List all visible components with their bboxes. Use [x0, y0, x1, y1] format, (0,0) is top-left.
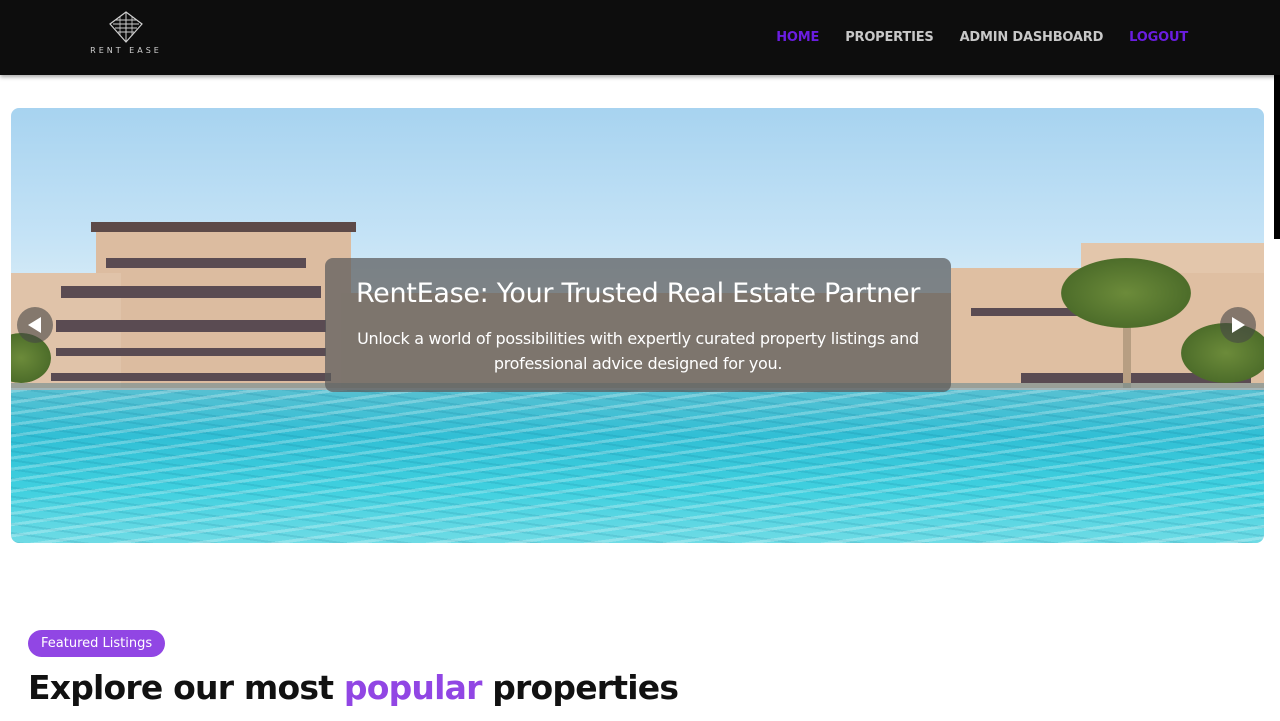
arrow-left-icon [28, 317, 41, 333]
featured-listings-badge: Featured Listings [28, 630, 166, 657]
hero-image-building-left [96, 228, 351, 388]
hero-image-water [11, 390, 1264, 543]
headline-text-start: Explore our most [28, 668, 344, 707]
section-headline: Explore our most popular properties [28, 668, 679, 707]
hero-image-window-row [56, 348, 326, 356]
nav-link-home[interactable]: HOME [776, 30, 819, 45]
carousel-next-button[interactable] [1220, 307, 1256, 343]
nav-menu: HOME PROPERTIES ADMIN DASHBOARD LOGOUT [750, 0, 1188, 75]
hero-carousel: RentEase: Your Trusted Real Estate Partn… [11, 108, 1264, 543]
navbar: RENT EASE HOME PROPERTIES ADMIN DASHBOAR… [0, 0, 1280, 75]
hero-image-palm-leaves [1061, 258, 1191, 328]
hero-image-window-row [106, 258, 306, 268]
nav-link-admin-dashboard[interactable]: ADMIN DASHBOARD [960, 30, 1104, 45]
scrollbar[interactable] [1274, 75, 1280, 239]
nav-link-logout[interactable]: LOGOUT [1129, 30, 1188, 45]
carousel-prev-button[interactable] [17, 307, 53, 343]
hero-image-window-row [56, 320, 326, 332]
hero-subtitle: Unlock a world of possibilities with exp… [357, 329, 919, 373]
headline-highlight: popular [343, 668, 482, 707]
nav-link-properties[interactable]: PROPERTIES [845, 30, 934, 45]
building-logo-icon [109, 11, 143, 43]
hero-title: RentEase: Your Trusted Real Estate Partn… [355, 278, 921, 309]
brand-logo[interactable]: RENT EASE [90, 10, 162, 60]
hero-image-window-row [61, 286, 321, 298]
hero-caption: RentEase: Your Trusted Real Estate Partn… [325, 258, 951, 392]
headline-text-end: properties [481, 668, 679, 707]
hero-image-building-left-roof [91, 222, 356, 232]
logo-text: RENT EASE [90, 46, 162, 55]
arrow-right-icon [1232, 317, 1245, 333]
hero-image-window-row [51, 373, 331, 381]
